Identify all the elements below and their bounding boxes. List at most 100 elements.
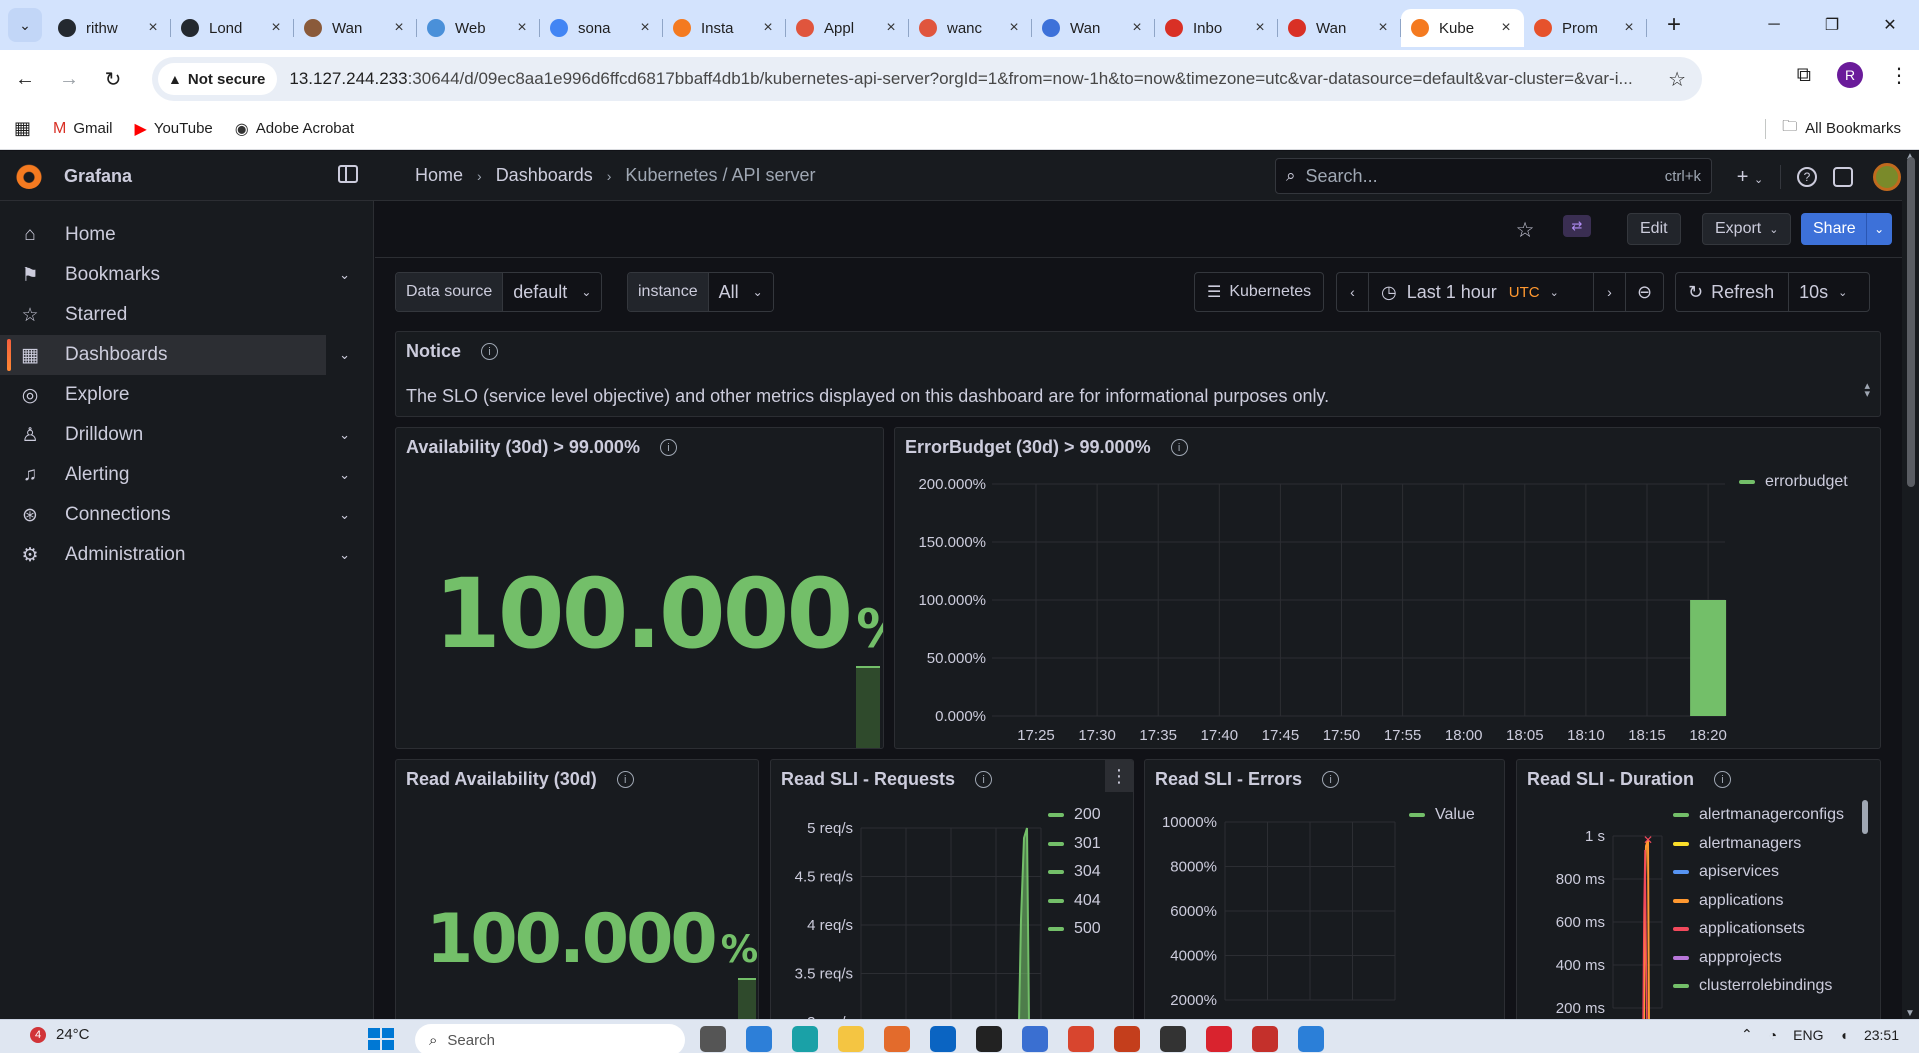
close-tab-icon[interactable]: ×: [514, 19, 530, 37]
close-tab-icon[interactable]: ×: [760, 19, 776, 37]
copilot-icon[interactable]: [746, 1026, 772, 1052]
tab-search-chevron-icon[interactable]: ⌄: [8, 8, 42, 42]
resize-handle-icon[interactable]: ▴ ▾: [1864, 381, 1870, 400]
legend-item[interactable]: Value: [1409, 801, 1475, 830]
task-view-icon[interactable]: [700, 1026, 726, 1052]
nav-item-explore[interactable]: ◎ Explore: [0, 375, 326, 415]
back-icon[interactable]: ←: [6, 60, 44, 98]
browser-tab[interactable]: sona ×: [540, 9, 663, 47]
legend-item[interactable]: appprojects: [1673, 944, 1844, 973]
browser-tab[interactable]: Wan ×: [1032, 9, 1155, 47]
file-explorer-icon[interactable]: [838, 1026, 864, 1052]
dropbox-icon[interactable]: [976, 1026, 1002, 1052]
nav-item-bookmarks[interactable]: ⚑ Bookmarks ⌄: [0, 255, 350, 295]
new-menu-button[interactable]: + ⌄: [1730, 166, 1770, 189]
close-tab-icon[interactable]: ×: [391, 19, 407, 37]
export-button[interactable]: Export ⌄: [1702, 213, 1792, 245]
browser-tab[interactable]: Prom ×: [1524, 9, 1647, 47]
star-dashboard-icon[interactable]: ☆: [1510, 215, 1540, 245]
close-window-icon[interactable]: ✕: [1861, 0, 1919, 50]
chevron-down-icon[interactable]: ⌄: [339, 267, 350, 283]
dock-menu-icon[interactable]: [338, 165, 358, 183]
volume-icon[interactable]: ◖: [1839, 1027, 1847, 1043]
legend-item[interactable]: 301: [1048, 830, 1101, 859]
reload-icon[interactable]: ↻: [94, 60, 132, 98]
nav-item-administration[interactable]: ⚙ Administration ⌄: [0, 535, 350, 575]
bookmark-adobe-acrobat[interactable]: ◉ Adobe Acrobat: [235, 119, 354, 139]
legend-item[interactable]: 304: [1048, 858, 1101, 887]
outlook-icon[interactable]: [930, 1026, 956, 1052]
legend-item[interactable]: 200: [1048, 801, 1101, 830]
scroll-down-icon[interactable]: ▼: [1905, 1008, 1915, 1019]
close-tab-icon[interactable]: ×: [1621, 19, 1637, 37]
info-icon[interactable]: i: [616, 771, 634, 788]
bookmark-gmail[interactable]: M Gmail: [53, 120, 113, 138]
refresh-interval-select[interactable]: 10s ⌄: [1788, 272, 1847, 312]
share-button[interactable]: Share ⌄: [1801, 213, 1892, 245]
legend-scrollbar[interactable]: [1862, 800, 1868, 834]
legend-item[interactable]: alertmanagerconfigs: [1673, 801, 1844, 830]
chevron-down-icon[interactable]: ⌄: [339, 467, 350, 483]
nav-item-home[interactable]: ⌂ Home: [0, 215, 326, 255]
info-icon[interactable]: i: [481, 343, 499, 360]
close-tab-icon[interactable]: ×: [145, 19, 161, 37]
youtube-app-icon[interactable]: [1252, 1026, 1278, 1052]
windows-start-icon[interactable]: [368, 1028, 394, 1050]
news-icon[interactable]: [1833, 167, 1853, 187]
browser-tab[interactable]: Wan ×: [294, 9, 417, 47]
close-tab-icon[interactable]: ×: [268, 19, 284, 37]
grafana-logo-icon[interactable]: [16, 163, 42, 189]
all-bookmarks[interactable]: 🗀 All Bookmarks: [1765, 116, 1901, 141]
browser-tab[interactable]: Web ×: [417, 9, 540, 47]
browser-tab[interactable]: Lond ×: [171, 9, 294, 47]
user-avatar[interactable]: [1873, 163, 1901, 191]
scrollbar-thumb[interactable]: [1907, 157, 1915, 487]
share-dropdown-icon[interactable]: ⌄: [1865, 213, 1892, 245]
wps-icon[interactable]: [1206, 1026, 1232, 1052]
time-range-label[interactable]: Last 1 hour: [1407, 282, 1497, 303]
security-chip[interactable]: ▲ Not secure: [158, 63, 278, 95]
compare-icon[interactable]: ⇄: [1563, 215, 1591, 237]
tray-chevron-icon[interactable]: ⌃: [1741, 1026, 1753, 1043]
terminal-icon[interactable]: [1160, 1026, 1186, 1052]
chevron-down-icon[interactable]: ⌄: [339, 547, 350, 563]
close-tab-icon[interactable]: ×: [1252, 19, 1268, 37]
url-text[interactable]: 13.127.244.233:30644/d/09ec8aa1e996d6ffc…: [289, 69, 1689, 89]
minimize-icon[interactable]: ─: [1745, 0, 1803, 50]
vscode-icon[interactable]: [1298, 1026, 1324, 1052]
time-forward-icon[interactable]: ›: [1593, 272, 1625, 312]
close-tab-icon[interactable]: ×: [637, 19, 653, 37]
new-tab-button[interactable]: +: [1659, 11, 1689, 39]
language-indicator[interactable]: ENG: [1793, 1027, 1823, 1043]
page-scrollbar[interactable]: ▲ ▼: [1902, 151, 1919, 1019]
browser-tab[interactable]: Insta ×: [663, 9, 786, 47]
nav-item-connections[interactable]: ⊛ Connections ⌄: [0, 495, 350, 535]
close-tab-icon[interactable]: ×: [1129, 19, 1145, 37]
chevron-down-icon[interactable]: ⌄: [339, 507, 350, 523]
bookmark-star-icon[interactable]: ☆: [1668, 67, 1686, 92]
browser-tab[interactable]: rithw ×: [48, 9, 171, 47]
instance-select[interactable]: All ⌄: [708, 273, 773, 311]
forward-icon[interactable]: →: [50, 60, 88, 98]
breadcrumb-dashboards[interactable]: Dashboards: [496, 165, 593, 186]
legend-item[interactable]: errorbudget: [1739, 468, 1848, 497]
legend-item[interactable]: clusterrolebindings: [1673, 972, 1844, 1001]
restore-icon[interactable]: ❐: [1803, 0, 1861, 50]
refresh-icon[interactable]: ↻: [1688, 282, 1703, 303]
legend-item[interactable]: applications: [1673, 887, 1844, 916]
legend-item[interactable]: 404: [1048, 887, 1101, 916]
browser-tab[interactable]: Inbo ×: [1155, 9, 1278, 47]
kubernetes-links-button[interactable]: ☰ Kubernetes: [1194, 272, 1325, 312]
browser-menu-icon[interactable]: ⋮: [1889, 63, 1909, 88]
taskbar-search[interactable]: ⌕ Search: [415, 1024, 685, 1053]
profile-avatar[interactable]: R: [1837, 62, 1863, 88]
nav-item-alerting[interactable]: ♫ Alerting ⌄: [0, 455, 350, 495]
firefox-icon[interactable]: [884, 1026, 910, 1052]
weather-widget[interactable]: 4 24°C: [30, 1026, 90, 1043]
close-tab-icon[interactable]: ×: [1498, 19, 1514, 37]
legend-item[interactable]: alertmanagers: [1673, 830, 1844, 859]
powerpoint-icon[interactable]: [1114, 1026, 1140, 1052]
close-tab-icon[interactable]: ×: [883, 19, 899, 37]
browser-tab[interactable]: Wan ×: [1278, 9, 1401, 47]
address-bar[interactable]: ▲ Not secure 13.127.244.233:30644/d/09ec…: [152, 57, 1702, 101]
